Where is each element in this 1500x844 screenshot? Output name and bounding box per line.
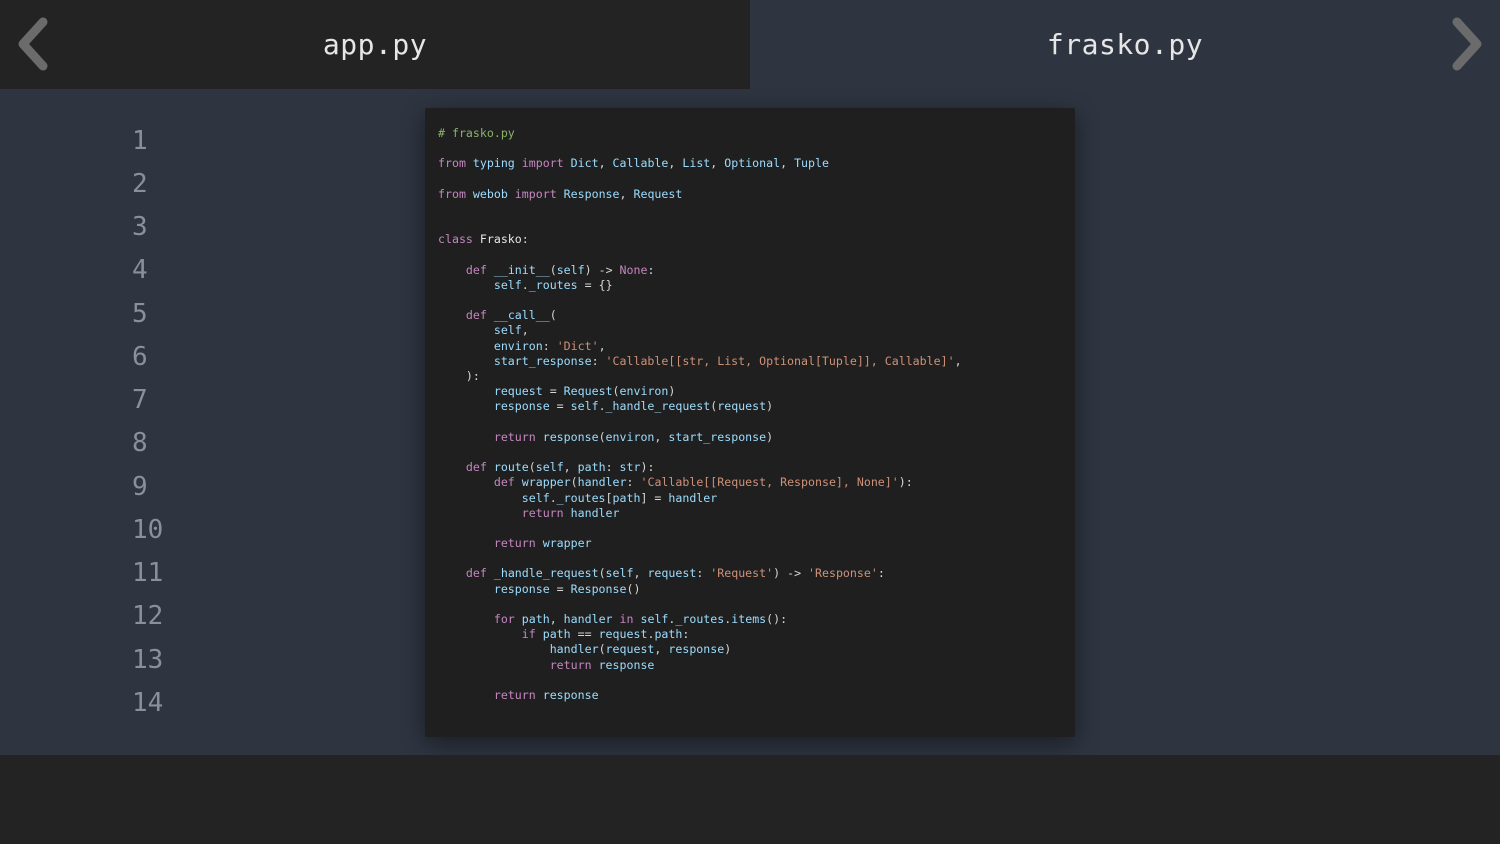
- code-block: # frasko.py​from typing import Dict, Cal…: [425, 108, 1075, 737]
- next-button[interactable]: [1448, 14, 1488, 74]
- line-number: 13: [132, 645, 164, 675]
- code-line: ​: [438, 202, 962, 217]
- code-line: from webob import Response, Request: [438, 186, 683, 201]
- line-number: 6: [132, 342, 148, 372]
- code-line: ​: [438, 415, 962, 430]
- code-line: ​: [438, 172, 962, 187]
- line-number: 5: [132, 299, 148, 329]
- editor-area: 1 2 3 4 5 6 7 8 9 10 11 12 13 14 # frask…: [0, 89, 1500, 755]
- code-line: return handler: [521, 505, 620, 520]
- code-line: class Frasko:: [438, 232, 529, 247]
- source-code: # frasko.py​from typing import Dict, Cal…: [438, 126, 962, 703]
- code-line: ​: [438, 521, 962, 536]
- line-number-gutter: 1 2 3 4 5 6 7 8 9 10 11 12 13 14: [0, 89, 200, 755]
- line-number: 3: [132, 212, 148, 242]
- bottom-bar: [0, 755, 1500, 844]
- tab-frasko-py[interactable]: frasko.py: [750, 0, 1500, 89]
- code-line: def wrapper(handler: 'Callable[[Request,…: [493, 475, 913, 490]
- code-line: def __call__(: [465, 308, 557, 323]
- code-line: ​: [438, 141, 962, 156]
- code-line: response = Response(): [493, 581, 641, 596]
- tab-label: app.py: [322, 28, 428, 61]
- code-line: environ: 'Dict',: [493, 338, 606, 353]
- line-number: 2: [132, 169, 148, 199]
- code-line: ​: [438, 248, 962, 263]
- code-line: if path == request.path:: [521, 627, 690, 642]
- line-number: 9: [132, 472, 148, 502]
- line-number: 12: [132, 601, 164, 631]
- code-line: ​: [438, 551, 962, 566]
- line-number: 4: [132, 255, 148, 285]
- line-number: 11: [132, 558, 164, 588]
- line-number: 8: [132, 428, 148, 458]
- line-number: 1: [132, 126, 148, 156]
- code-line: return response: [549, 657, 655, 672]
- line-number: 10: [132, 515, 164, 545]
- code-line: handler(request, response): [549, 642, 732, 657]
- code-line: ​: [438, 597, 962, 612]
- code-line: def _handle_request(self, request: 'Requ…: [465, 566, 885, 581]
- code-line: self._routes = {}: [493, 277, 613, 292]
- chevron-right-icon: [1452, 17, 1482, 71]
- code-line: ​: [438, 673, 962, 688]
- code-line: def __init__(self) -> None:: [465, 262, 655, 277]
- code-line: ​: [438, 293, 962, 308]
- code-line: request = Request(environ): [493, 384, 676, 399]
- code-line: start_response: 'Callable[[str, List, Op…: [493, 353, 962, 368]
- code-line: from typing import Dict, Callable, List,…: [438, 156, 829, 171]
- code-line: response = self._handle_request(request): [493, 399, 774, 414]
- code-line: ​: [438, 445, 962, 460]
- tab-bar: app.py frasko.py: [0, 0, 1500, 89]
- code-line: ​: [438, 217, 962, 232]
- code-line: return response: [493, 687, 599, 702]
- code-line: ):: [465, 369, 480, 383]
- code-line: for path, handler in self._routes.items(…: [493, 612, 788, 626]
- code-line: self._routes[path] = handler: [521, 490, 718, 505]
- line-number: 14: [132, 688, 164, 718]
- previous-button[interactable]: [12, 14, 52, 74]
- tab-label: frasko.py: [1046, 28, 1204, 61]
- chevron-left-icon: [18, 17, 48, 71]
- code-line: return response(environ, start_response): [493, 429, 774, 444]
- code-line: self,: [493, 323, 529, 338]
- code-line: return wrapper: [493, 536, 592, 551]
- slide-viewer: app.py frasko.py 1 2 3 4 5 6 7 8 9 10 11…: [0, 0, 1500, 844]
- tab-app-py[interactable]: app.py: [0, 0, 750, 89]
- code-line: def route(self, path: str):: [465, 460, 655, 475]
- line-number: 7: [132, 385, 148, 415]
- code-line: # frasko.py: [438, 126, 515, 140]
